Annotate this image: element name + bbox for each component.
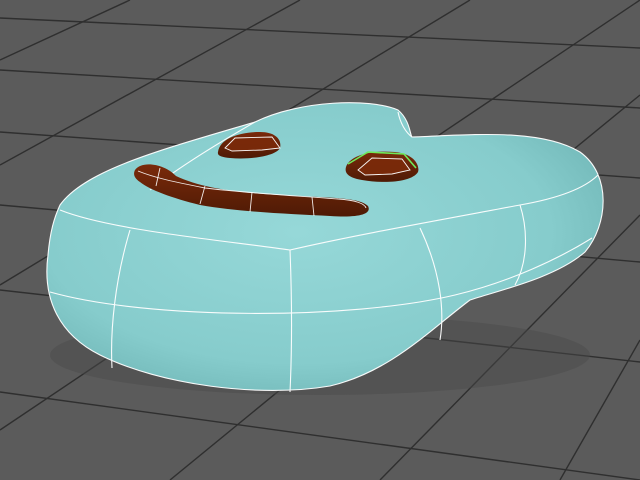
3d-viewport[interactable]	[0, 0, 640, 480]
scene-canvas[interactable]	[0, 0, 640, 480]
